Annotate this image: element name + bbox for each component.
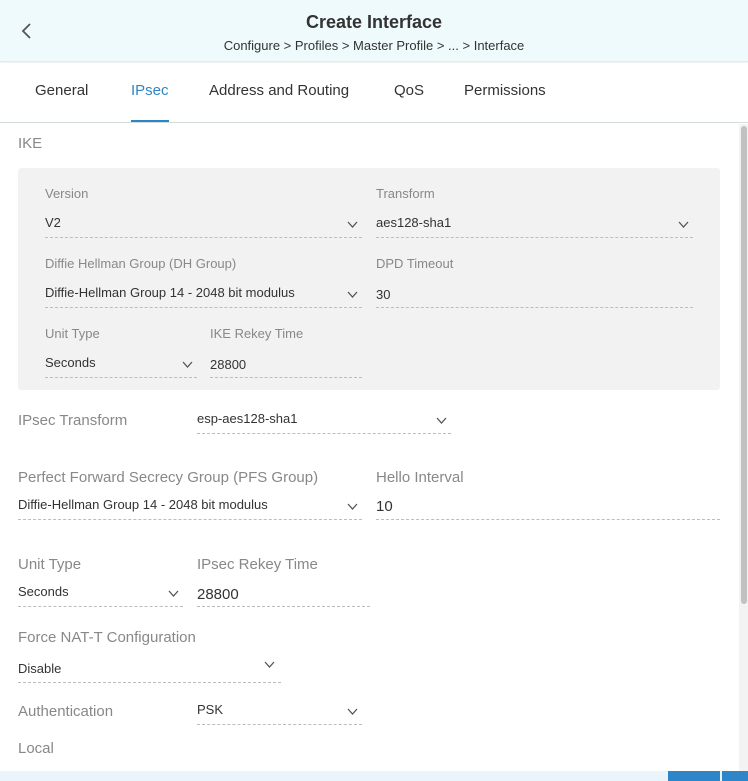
- ike-panel: Version V2 Transform aes128-sha1 Diffie …: [18, 168, 720, 390]
- ike-unit-type-label: Unit Type: [45, 326, 100, 341]
- active-tab-indicator: [131, 120, 169, 122]
- breadcrumb[interactable]: Configure > Profiles > Master Profile > …: [0, 38, 748, 53]
- dpd-timeout-value: 30: [376, 287, 391, 302]
- ipsec-transform-select[interactable]: esp-aes128-sha1: [197, 408, 451, 434]
- footer-primary-button[interactable]: [668, 771, 720, 781]
- dpd-timeout-label: DPD Timeout: [376, 256, 454, 271]
- nat-t-label: Force NAT-T Configuration: [18, 629, 196, 646]
- hello-interval-value: 10: [376, 498, 393, 515]
- chevron-down-icon: [436, 415, 447, 426]
- tab-qos[interactable]: QoS: [394, 82, 424, 99]
- ike-unit-type-select[interactable]: Seconds: [45, 352, 197, 378]
- ipsec-transform-value: esp-aes128-sha1: [197, 411, 298, 426]
- tab-ipsec[interactable]: IPsec: [131, 82, 169, 99]
- hello-interval-input[interactable]: 10: [376, 494, 720, 520]
- transform-label: Transform: [376, 186, 435, 201]
- ike-rekey-time-value: 28800: [210, 357, 247, 372]
- chevron-down-icon: [678, 219, 689, 230]
- chevron-down-icon: [182, 359, 193, 370]
- pfs-group-label: Perfect Forward Secrecy Group (PFS Group…: [18, 469, 319, 486]
- hello-interval-label: Hello Interval: [376, 469, 464, 486]
- ipsec-unit-type-label: Unit Type: [18, 556, 82, 573]
- ipsec-form: IKE Version V2 Transform aes128-sha1 Dif…: [0, 124, 739, 771]
- page-header: Create Interface Configure > Profiles > …: [0, 0, 748, 62]
- ike-unit-type-value: Seconds: [45, 355, 96, 370]
- ike-section-title: IKE: [18, 135, 43, 152]
- tab-permissions[interactable]: Permissions: [464, 82, 546, 99]
- local-section-title: Local: [18, 740, 54, 757]
- pfs-group-value: Diffie-Hellman Group 14 - 2048 bit modul…: [18, 497, 268, 512]
- authentication-select[interactable]: PSK: [197, 699, 362, 725]
- ipsec-rekey-time-input[interactable]: 28800: [197, 581, 370, 607]
- dh-group-select[interactable]: Diffie-Hellman Group 14 - 2048 bit modul…: [45, 282, 362, 308]
- ipsec-rekey-time-label: IPsec Rekey Time: [197, 556, 318, 573]
- chevron-down-icon: [347, 219, 358, 230]
- footer-bar: [0, 771, 748, 781]
- ike-rekey-time-label: IKE Rekey Time: [210, 326, 304, 341]
- dh-group-label: Diffie Hellman Group (DH Group): [45, 256, 237, 271]
- chevron-down-icon: [347, 289, 358, 300]
- version-select[interactable]: V2: [45, 212, 362, 238]
- version-label: Version: [45, 186, 89, 201]
- tab-bar: General IPsec Address and Routing QoS Pe…: [0, 63, 748, 123]
- version-value: V2: [45, 215, 61, 230]
- ipsec-unit-type-value: Seconds: [18, 584, 69, 599]
- ipsec-unit-type-select[interactable]: Seconds: [18, 581, 183, 607]
- chevron-down-icon: [264, 659, 275, 670]
- dh-group-value: Diffie-Hellman Group 14 - 2048 bit modul…: [45, 285, 295, 300]
- tab-general[interactable]: General: [35, 82, 88, 99]
- nat-t-select[interactable]: Disable: [18, 657, 281, 683]
- authentication-value: PSK: [197, 702, 224, 717]
- ipsec-transform-label: IPsec Transform: [18, 412, 128, 429]
- ipsec-rekey-time-value: 28800: [197, 586, 239, 603]
- scrollbar-thumb[interactable]: [741, 126, 747, 604]
- tab-address-and-routing[interactable]: Address and Routing: [209, 82, 349, 99]
- authentication-label: Authentication: [18, 703, 114, 720]
- nat-t-value: Disable: [18, 661, 62, 676]
- page-title: Create Interface: [305, 12, 443, 32]
- transform-select[interactable]: aes128-sha1: [376, 212, 693, 238]
- chevron-down-icon: [347, 706, 358, 717]
- chevron-down-icon: [347, 501, 358, 512]
- footer-secondary-button[interactable]: [722, 771, 748, 781]
- chevron-down-icon: [168, 588, 179, 599]
- pfs-group-select[interactable]: Diffie-Hellman Group 14 - 2048 bit modul…: [18, 494, 362, 520]
- transform-value: aes128-sha1: [376, 215, 452, 230]
- ike-rekey-time-input[interactable]: 28800: [210, 352, 362, 378]
- dpd-timeout-input[interactable]: 30: [376, 282, 693, 308]
